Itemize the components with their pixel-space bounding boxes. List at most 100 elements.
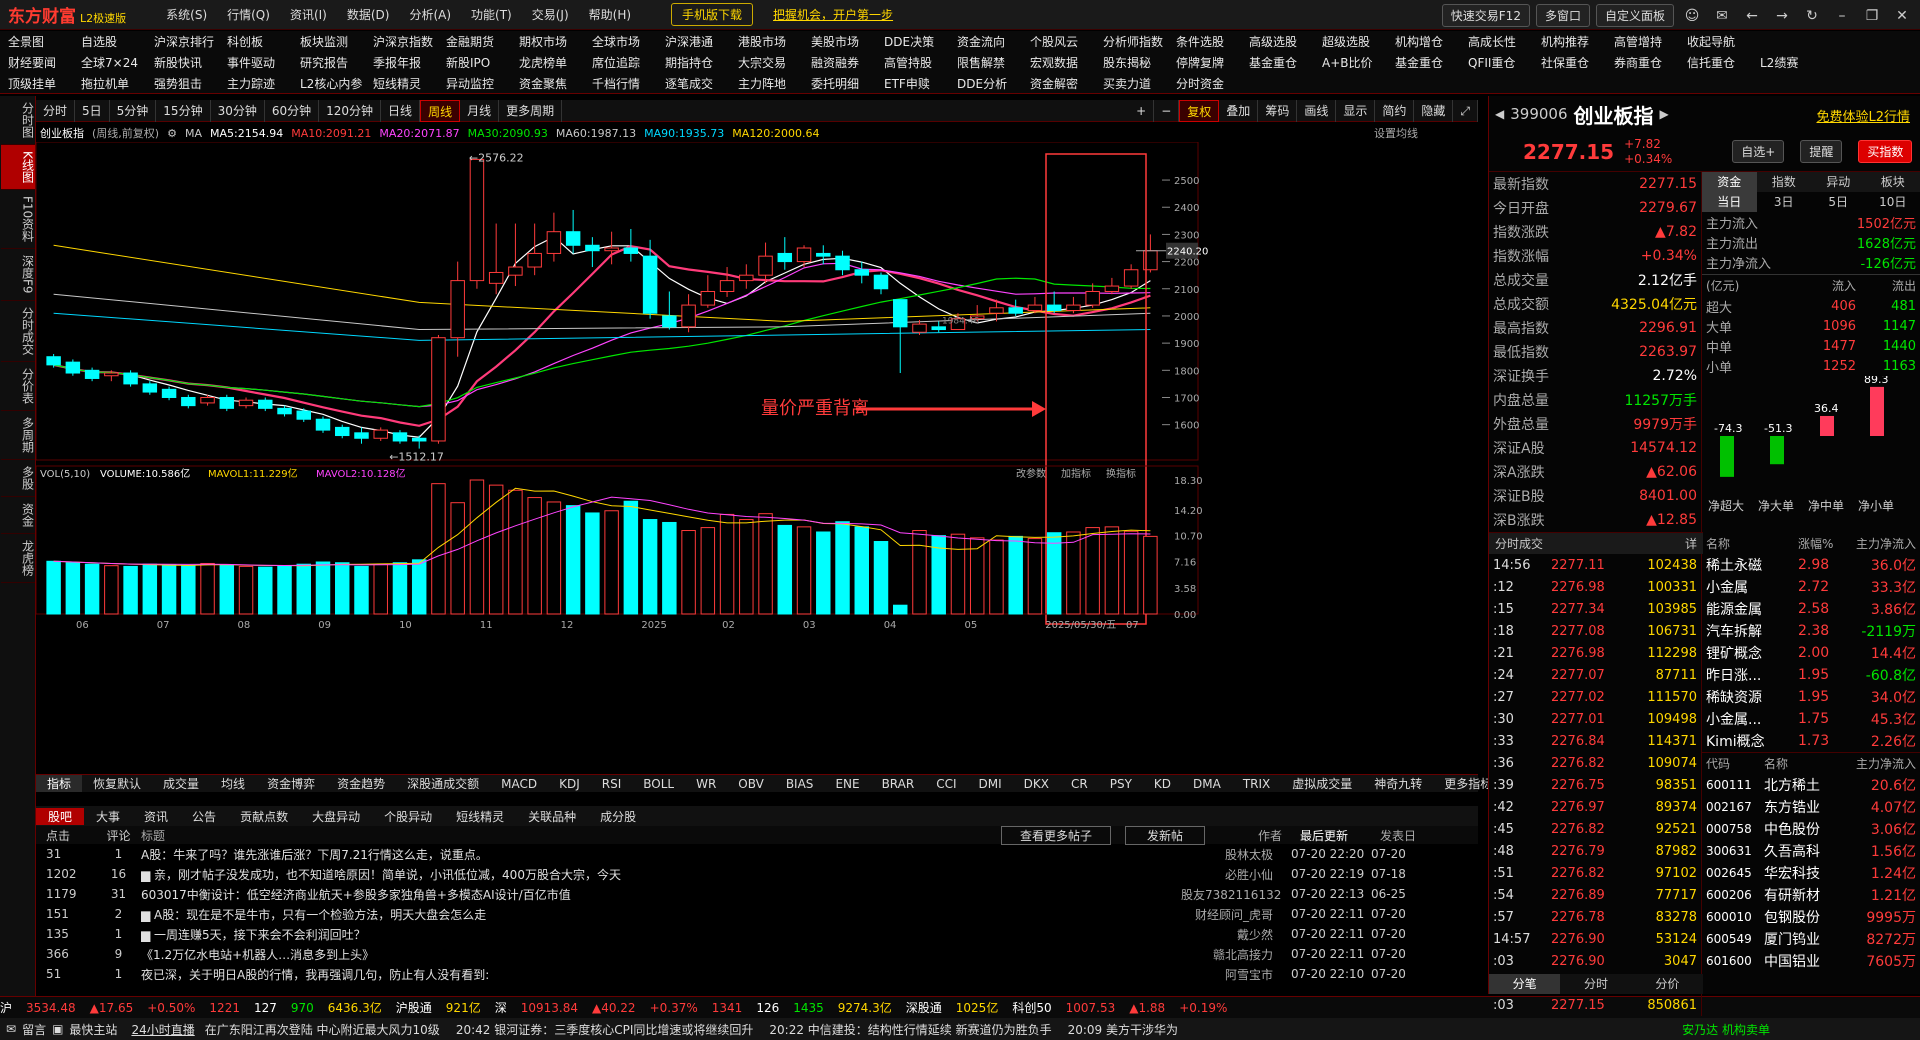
left-tab[interactable]: 多周期 bbox=[0, 411, 35, 460]
custom-panel-button[interactable]: 自定义面板 bbox=[1595, 4, 1674, 27]
period-tab[interactable]: 分时 bbox=[36, 99, 76, 122]
indicator-tab[interactable]: DKX bbox=[1013, 777, 1060, 791]
fullscreen-icon[interactable]: ⤢ bbox=[1453, 100, 1478, 122]
add-watchlist-button[interactable]: 自选+ bbox=[1732, 140, 1785, 163]
quick-nav-item[interactable]: 融资融券 bbox=[811, 54, 884, 71]
quick-nav-item[interactable]: 限售解禁 bbox=[957, 54, 1030, 71]
stock-row-name[interactable]: 有研新材 bbox=[1764, 885, 1844, 905]
post-title[interactable]: 夜已深，关于明日A股的行情，我再强调几句，防止有人没有看到: bbox=[141, 966, 1181, 983]
quick-nav-item[interactable]: 季报年报 bbox=[373, 54, 446, 71]
quick-nav-item[interactable]: DDE决策 bbox=[884, 33, 957, 50]
live-news-1[interactable]: 在广东阳江再次登陆 中心附近最大风力10级 bbox=[205, 1021, 440, 1038]
sector-name[interactable]: 锂矿概念 bbox=[1706, 643, 1798, 663]
quick-nav-item[interactable]: 股东揭秘 bbox=[1103, 54, 1176, 71]
stock-row[interactable]: 600206 有研新材 1.21亿 bbox=[1702, 884, 1920, 906]
period-tab[interactable]: 更多周期 bbox=[499, 99, 563, 122]
quick-nav-item[interactable]: 信托重仓 bbox=[1687, 54, 1760, 71]
sector-name[interactable]: 汽车拆解 bbox=[1706, 621, 1798, 641]
quick-nav-item[interactable]: A+B比价 bbox=[1322, 54, 1395, 71]
minimize-icon[interactable]: – bbox=[1830, 8, 1854, 24]
chart-option[interactable]: 简约 bbox=[1375, 100, 1415, 122]
trade-view-tab[interactable]: 分笔 bbox=[1489, 974, 1561, 994]
stock-row-name[interactable]: 中国铝业 bbox=[1764, 951, 1844, 971]
news-tab[interactable]: 公告 bbox=[180, 808, 228, 825]
post-author[interactable]: 必胜小仙 bbox=[1181, 866, 1281, 883]
vol-option[interactable]: 换指标 bbox=[1106, 467, 1136, 480]
quick-nav-item[interactable]: 基金重仓 bbox=[1395, 54, 1468, 71]
quick-nav-item[interactable]: 龙虎榜单 bbox=[519, 54, 592, 71]
quick-nav-item[interactable]: 沪深京排行 bbox=[154, 33, 227, 50]
stock-row[interactable]: 600549 厦门钨业 8272万 bbox=[1702, 928, 1920, 950]
post-author[interactable]: 戴少然 bbox=[1181, 926, 1281, 943]
indicator-tab[interactable]: 资金博弈 bbox=[256, 775, 326, 792]
sector-name[interactable]: 稀缺资源 bbox=[1706, 687, 1798, 707]
indicator-tab[interactable]: PSY bbox=[1099, 777, 1143, 791]
indicator-tab[interactable]: OBV bbox=[727, 777, 775, 791]
stock-row[interactable]: 002645 华宏科技 1.24亿 bbox=[1702, 862, 1920, 884]
quick-nav-item[interactable]: 机构增仓 bbox=[1395, 33, 1468, 50]
ma-gear-icon[interactable]: ⚙ bbox=[167, 127, 177, 140]
quick-nav-item[interactable]: 大宗交易 bbox=[738, 54, 811, 71]
quick-nav-item[interactable]: 高管持股 bbox=[884, 54, 957, 71]
chart-option[interactable]: 筹码 bbox=[1258, 100, 1298, 122]
quick-nav-item[interactable]: 美股市场 bbox=[811, 33, 884, 50]
buy-index-button[interactable]: 买指数 bbox=[1858, 140, 1913, 163]
back-icon[interactable]: ← bbox=[1740, 8, 1764, 24]
indicator-tab[interactable]: 成交量 bbox=[152, 775, 210, 792]
message-icon[interactable]: ✉ bbox=[6, 1022, 16, 1036]
quick-nav-item[interactable]: 期指持仓 bbox=[665, 54, 738, 71]
news-tab[interactable]: 大事 bbox=[84, 808, 132, 825]
post-row[interactable]: 151 2 ▆ A股：现在是不是牛市，只有一个检验方法，明天大盘会怎么走 财经顾问_虎… bbox=[36, 904, 1478, 924]
stock-row-name[interactable]: 北方稀土 bbox=[1764, 775, 1844, 795]
chart-option[interactable]: 画线 bbox=[1297, 100, 1337, 122]
sector-row[interactable]: 小金属 2.72 33.3亿 bbox=[1702, 576, 1920, 598]
quick-nav-item[interactable]: DDE分析 bbox=[957, 75, 1030, 92]
post-row[interactable]: 51 1 夜已深，关于明日A股的行情，我再强调几句，防止有人没有看到: 阿雪宝市 07-… bbox=[36, 964, 1478, 984]
sector-row[interactable]: 汽车拆解 2.38 -2119万 bbox=[1702, 620, 1920, 642]
menu-item[interactable]: 交易(J) bbox=[522, 6, 579, 23]
indicator-tab[interactable]: WR bbox=[685, 777, 727, 791]
quick-nav-item[interactable]: 基金重仓 bbox=[1249, 54, 1322, 71]
stock-row-name[interactable]: 包钢股份 bbox=[1764, 907, 1844, 927]
post-title[interactable]: ▆ 亲，刚才帖子没发成功，也不知道啥原因！简单说，小讯低位减，400万股合大宗，… bbox=[141, 866, 1181, 883]
chart-option[interactable]: 叠加 bbox=[1219, 100, 1259, 122]
period-tab[interactable]: 日线 bbox=[381, 99, 421, 122]
menu-item[interactable]: 帮助(H) bbox=[579, 6, 641, 23]
indicator-tab[interactable]: 均线 bbox=[210, 775, 256, 792]
quick-nav-item[interactable]: 分时资金 bbox=[1176, 75, 1249, 92]
post-row[interactable]: 31 1 A股：牛来了吗？谁先涨谁后涨？下周7.21行情这么走，说重点。 股林太极 07… bbox=[36, 844, 1478, 864]
left-tab[interactable]: 分时成交 bbox=[0, 301, 35, 362]
header-last-update[interactable]: 最后更新 bbox=[1290, 827, 1380, 844]
sector-name[interactable]: 昨日涨... bbox=[1706, 665, 1798, 685]
period-tab[interactable]: 周线 bbox=[420, 99, 461, 122]
period-tab[interactable]: 120分钟 bbox=[319, 99, 382, 122]
quick-nav-item[interactable]: QFII重仓 bbox=[1468, 54, 1541, 71]
live-news-4[interactable]: 20:09 美方干涉华为 bbox=[1068, 1021, 1178, 1038]
quick-nav-item[interactable]: 资金解密 bbox=[1030, 75, 1103, 92]
period-tab[interactable]: 5分钟 bbox=[110, 99, 157, 122]
left-tab[interactable]: K线图 bbox=[0, 145, 35, 190]
news-tab[interactable]: 大盘异动 bbox=[300, 808, 372, 825]
quick-nav-item[interactable]: 条件选股 bbox=[1176, 33, 1249, 50]
quick-nav-item[interactable]: 宏观数据 bbox=[1030, 54, 1103, 71]
sector-name[interactable]: 小金属 bbox=[1706, 577, 1798, 597]
post-row[interactable]: 135 1 ▆ 一周连赚5天，接下来会不会利润回吐？ 戴少然 07-20 22:11 07… bbox=[36, 924, 1478, 944]
quick-nav-item[interactable]: 千档行情 bbox=[592, 75, 665, 92]
alert-button[interactable]: 提醒 bbox=[1800, 140, 1843, 163]
quick-nav-item[interactable]: 全景图 bbox=[8, 33, 81, 50]
quick-nav-item[interactable]: 港股市场 bbox=[738, 33, 811, 50]
stock-row[interactable]: 601600 中国铝业 7605万 bbox=[1702, 950, 1920, 972]
quick-nav-item[interactable]: 逐笔成交 bbox=[665, 75, 738, 92]
menu-item[interactable]: 分析(A) bbox=[399, 6, 461, 23]
fund-tab[interactable]: 资金 bbox=[1702, 172, 1757, 192]
news-tab[interactable]: 个股异动 bbox=[372, 808, 444, 825]
post-author[interactable]: 股友7382116132 bbox=[1181, 886, 1281, 903]
quick-nav-item[interactable]: 全球市场 bbox=[592, 33, 665, 50]
news-tab[interactable]: 成分股 bbox=[588, 808, 648, 825]
chart-option[interactable]: 隐藏 bbox=[1414, 100, 1454, 122]
indicator-tab[interactable]: BRAR bbox=[871, 777, 926, 791]
left-tab[interactable]: F10资料 bbox=[0, 190, 35, 250]
quick-nav-item[interactable]: 资金聚焦 bbox=[519, 75, 592, 92]
indicator-tab[interactable]: ENE bbox=[824, 777, 870, 791]
stock-row-name[interactable]: 中色股份 bbox=[1764, 819, 1844, 839]
